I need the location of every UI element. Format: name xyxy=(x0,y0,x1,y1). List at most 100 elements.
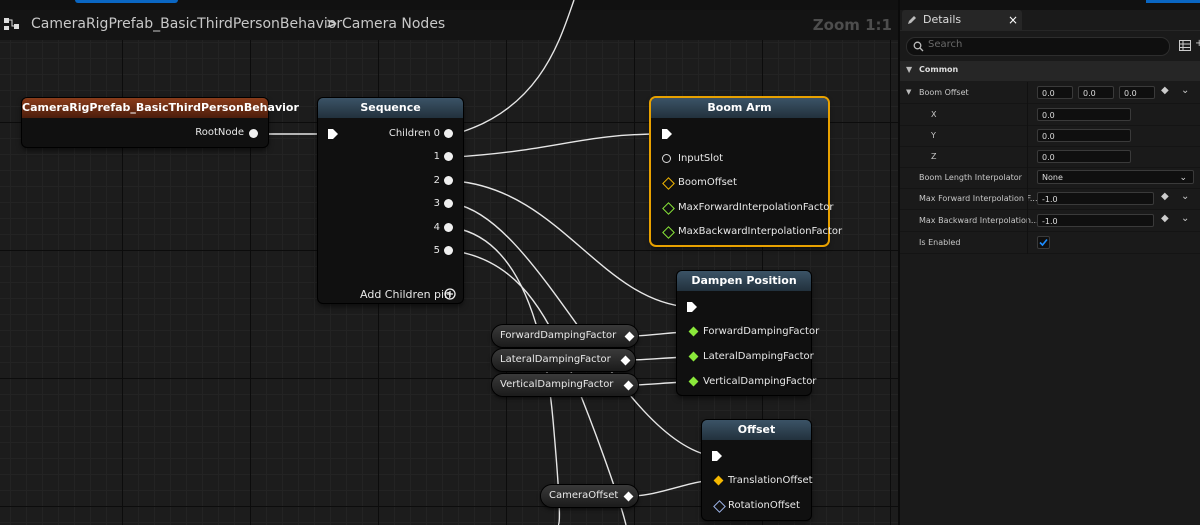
graph-editor[interactable]: CameraRigPrefab_BasicThirdPersonBehavior… xyxy=(0,0,898,525)
reset-to-default-icon[interactable]: ◆ xyxy=(1161,213,1169,224)
chevron-down-icon[interactable]: ▼ xyxy=(906,88,911,96)
boom-arm-node-title: Boom Arm xyxy=(651,98,828,118)
property-label: Z xyxy=(931,152,937,161)
variable-output-pin[interactable] xyxy=(623,380,634,391)
exec-input-pin-icon[interactable] xyxy=(711,450,723,462)
settings-icon[interactable]: + xyxy=(1195,38,1200,49)
variable-lateral-damping[interactable]: LateralDampingFactor xyxy=(492,349,635,371)
dampen-pin-lateral: LateralDampingFactor xyxy=(703,351,814,362)
details-panel: Details × Search + ▼ Common ▼ Boom Offse… xyxy=(898,0,1200,525)
dampen-position-node[interactable]: Dampen Position ForwardDampingFactor Lat… xyxy=(677,271,819,395)
rotation-offset-pin[interactable] xyxy=(713,500,726,513)
boom-arm-pin-maxforward: MaxForwardInterpolationFactor xyxy=(678,202,834,213)
sequence-pin-1: 1 xyxy=(433,151,440,162)
boom-offset-pin[interactable] xyxy=(662,177,675,190)
property-boom-offset-x: X 0.0 xyxy=(900,104,1200,126)
offset-pin-translation: TranslationOffset xyxy=(728,475,813,486)
search-placeholder: Search xyxy=(928,39,963,50)
sequence-node[interactable]: Sequence Children 0 1 2 3 4 5 Add Childr… xyxy=(318,98,463,303)
boom-offset-y-input[interactable]: 0.0 xyxy=(1037,129,1131,142)
variable-forward-damping-label: ForwardDampingFactor xyxy=(500,330,617,341)
boom-length-interpolator-dropdown[interactable]: None ⌄ xyxy=(1037,170,1194,184)
category-label: Common xyxy=(919,65,959,74)
root-node-pin-label: RootNode xyxy=(195,127,244,138)
category-common[interactable]: ▼ Common xyxy=(900,61,1200,81)
property-label: Y xyxy=(931,131,936,140)
sequence-output-pin-4[interactable] xyxy=(444,223,453,232)
offset-pin-rotation: RotationOffset xyxy=(728,500,800,511)
lateral-damping-pin[interactable] xyxy=(688,351,699,362)
exec-input-pin-icon[interactable] xyxy=(661,128,673,140)
property-is-enabled: Is Enabled xyxy=(900,232,1200,254)
dampen-position-node-title: Dampen Position xyxy=(677,271,811,291)
property-label: Is Enabled xyxy=(919,238,961,247)
sequence-output-pin-1[interactable] xyxy=(444,152,453,161)
column-divider xyxy=(1027,82,1028,254)
boom-offset-z-field[interactable]: 0.0 xyxy=(1119,86,1155,99)
variable-camera-offset[interactable]: CameraOffset xyxy=(541,485,638,507)
checkmark-icon xyxy=(1039,238,1048,247)
boom-offset-y-field[interactable]: 0.0 xyxy=(1078,86,1114,99)
root-node[interactable]: CameraRigPrefab_BasicThirdPersonBehavior… xyxy=(22,98,299,147)
chevron-down-icon[interactable]: ⌄ xyxy=(1181,213,1189,224)
variable-output-pin[interactable] xyxy=(623,491,634,502)
variable-vertical-damping-label: VerticalDampingFactor xyxy=(500,379,614,390)
property-label: Boom Offset xyxy=(919,88,969,97)
details-tab[interactable]: Details × xyxy=(902,10,1022,30)
property-boom-length-interpolator: Boom Length Interpolator None ⌄ xyxy=(900,167,1200,189)
vertical-damping-pin[interactable] xyxy=(688,376,699,387)
max-forward-input[interactable]: -1.0 xyxy=(1037,192,1154,205)
root-node-title: CameraRigPrefab_BasicThirdPersonBehavior xyxy=(22,98,299,118)
translation-offset-pin[interactable] xyxy=(713,475,724,486)
variable-forward-damping[interactable]: ForwardDampingFactor xyxy=(492,325,638,347)
property-label: Max Forward Interpolation F... xyxy=(919,194,1038,203)
chevron-down-icon[interactable]: ⌄ xyxy=(1181,191,1189,202)
sequence-pin-5: 5 xyxy=(433,245,440,256)
sequence-output-pin-2[interactable] xyxy=(444,176,453,185)
max-backward-pin[interactable] xyxy=(662,226,675,239)
variable-vertical-damping[interactable]: VerticalDampingFactor xyxy=(492,374,638,396)
reset-to-default-icon[interactable]: ◆ xyxy=(1161,191,1169,202)
boom-arm-node[interactable]: Boom Arm InputSlot BoomOffset MaxForward… xyxy=(651,98,842,245)
root-node-output-pin[interactable] xyxy=(249,129,258,138)
sequence-output-pin-3[interactable] xyxy=(444,199,453,208)
is-enabled-checkbox[interactable] xyxy=(1037,236,1050,249)
boom-offset-x-input[interactable]: 0.0 xyxy=(1037,108,1131,121)
exec-input-pin-icon[interactable] xyxy=(327,128,339,140)
property-max-forward: Max Forward Interpolation F... -1.0 ◆ ⌄ xyxy=(900,188,1200,210)
chevron-down-icon[interactable]: ⌄ xyxy=(1181,85,1189,96)
add-children-pin-button[interactable]: Add Children pin xyxy=(360,288,451,301)
exec-input-pin-icon[interactable] xyxy=(686,301,698,313)
property-boom-offset-z: Z 0.0 xyxy=(900,146,1200,168)
max-forward-pin[interactable] xyxy=(662,202,675,215)
search-icon xyxy=(913,41,924,52)
property-boom-offset-y: Y 0.0 xyxy=(900,125,1200,147)
sequence-pin-2: 2 xyxy=(433,175,440,186)
pencil-icon xyxy=(908,16,916,24)
variable-camera-offset-label: CameraOffset xyxy=(549,490,619,501)
variable-output-pin[interactable] xyxy=(620,355,631,366)
boom-offset-z-input[interactable]: 0.0 xyxy=(1037,150,1131,163)
property-boom-offset: ▼ Boom Offset 0.0 0.0 0.0 ◆ ⌄ xyxy=(900,82,1200,104)
variable-output-pin[interactable] xyxy=(624,331,635,342)
forward-damping-pin[interactable] xyxy=(688,326,699,337)
boom-offset-x-field[interactable]: 0.0 xyxy=(1037,86,1073,99)
reset-to-default-icon[interactable]: ◆ xyxy=(1161,85,1169,96)
sequence-output-pin-5[interactable] xyxy=(444,246,453,255)
close-icon[interactable]: × xyxy=(1008,10,1018,30)
add-pin-icon[interactable] xyxy=(444,288,456,300)
search-input[interactable]: Search xyxy=(906,37,1170,56)
variable-lateral-damping-label: LateralDampingFactor xyxy=(500,354,611,365)
input-slot-pin[interactable] xyxy=(662,154,671,163)
offset-node[interactable]: Offset TranslationOffset RotationOffset xyxy=(702,420,813,520)
property-label: Max Backward Interpolation... xyxy=(919,216,1039,225)
sequence-output-pin-0[interactable] xyxy=(444,129,453,138)
chevron-down-icon: ⌄ xyxy=(1179,173,1187,183)
chevron-down-icon: ▼ xyxy=(906,65,913,74)
table-view-icon[interactable] xyxy=(1179,40,1191,51)
max-backward-input[interactable]: -1.0 xyxy=(1037,214,1154,227)
dampen-pin-vertical: VerticalDampingFactor xyxy=(703,376,817,387)
dropdown-value: None xyxy=(1042,173,1063,182)
boom-arm-pin-boomoffset: BoomOffset xyxy=(678,177,737,188)
dampen-pin-forward: ForwardDampingFactor xyxy=(703,326,820,337)
